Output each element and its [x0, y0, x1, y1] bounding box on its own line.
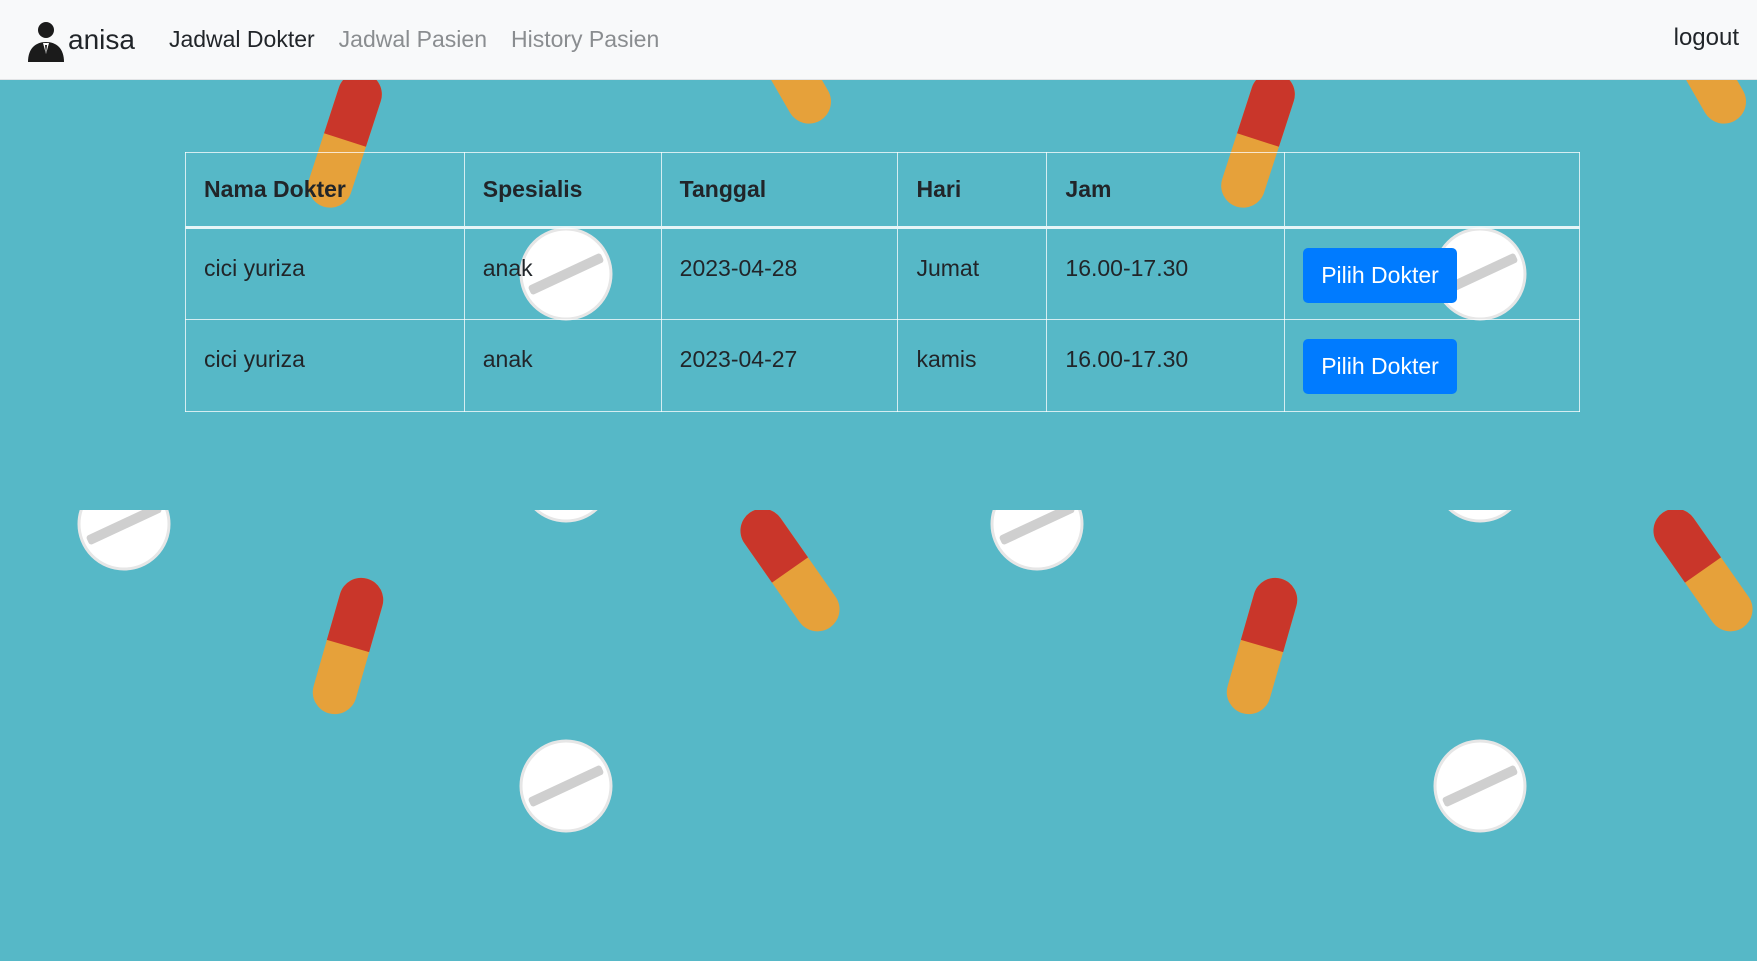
- capsule-icon: [730, 80, 840, 132]
- user-name: anisa: [68, 23, 135, 55]
- header-spesialis: Spesialis: [463, 152, 662, 229]
- capsule-icon: [307, 572, 389, 720]
- user-brand[interactable]: anisa: [24, 17, 135, 62]
- cell-spesialis: anak: [463, 319, 662, 412]
- top-navbar: anisa Jadwal Dokter Jadwal Pasien Histor…: [0, 0, 1757, 80]
- header-nama-dokter: Nama Dokter: [185, 152, 465, 229]
- cell-tanggal: 2023-04-28: [660, 227, 899, 320]
- nav-links: Jadwal Dokter Jadwal Pasien History Pasi…: [169, 26, 683, 53]
- cell-jam: 16.00-17.30: [1046, 227, 1286, 320]
- cell-action: Pilih Dokter: [1284, 227, 1580, 320]
- cell-jam: 16.00-17.30: [1046, 319, 1286, 412]
- cell-nama-dokter: cici yuriza: [185, 227, 465, 320]
- nav-history-pasien[interactable]: History Pasien: [511, 26, 659, 53]
- table-row: cici yuriza anak 2023-04-27 kamis 16.00-…: [185, 319, 1580, 412]
- header-jam: Jam: [1046, 152, 1286, 229]
- doctor-schedule-table-wrapper: Nama Dokter Spesialis Tanggal Hari Jam c…: [185, 152, 1580, 412]
- header-hari: Hari: [897, 152, 1048, 229]
- logout-link[interactable]: logout: [1674, 24, 1739, 52]
- tablet-icon: [519, 739, 613, 833]
- user-suit-icon: [24, 17, 68, 62]
- cell-hari: kamis: [897, 319, 1048, 412]
- cell-tanggal: 2023-04-27: [660, 319, 899, 412]
- cell-hari: Jumat: [897, 227, 1048, 320]
- pilih-dokter-button[interactable]: Pilih Dokter: [1303, 248, 1457, 303]
- table-row: cici yuriza anak 2023-04-28 Jumat 16.00-…: [185, 227, 1580, 320]
- cell-action: Pilih Dokter: [1284, 319, 1580, 412]
- capsule-icon: [1221, 572, 1303, 720]
- capsule-icon: [1644, 510, 1757, 640]
- tablet-icon: [1433, 739, 1527, 833]
- cell-nama-dokter: cici yuriza: [185, 319, 465, 412]
- nav-jadwal-dokter[interactable]: Jadwal Dokter: [169, 26, 315, 53]
- capsule-icon: [1645, 80, 1755, 132]
- cell-spesialis: anak: [463, 227, 662, 320]
- doctor-schedule-table: Nama Dokter Spesialis Tanggal Hari Jam c…: [185, 152, 1580, 412]
- capsule-icon: [731, 510, 849, 640]
- table-header-row: Nama Dokter Spesialis Tanggal Hari Jam: [185, 152, 1580, 229]
- header-tanggal: Tanggal: [660, 152, 899, 229]
- nav-jadwal-pasien[interactable]: Jadwal Pasien: [339, 26, 487, 53]
- header-action: [1284, 152, 1580, 229]
- pilih-dokter-button[interactable]: Pilih Dokter: [1303, 339, 1457, 394]
